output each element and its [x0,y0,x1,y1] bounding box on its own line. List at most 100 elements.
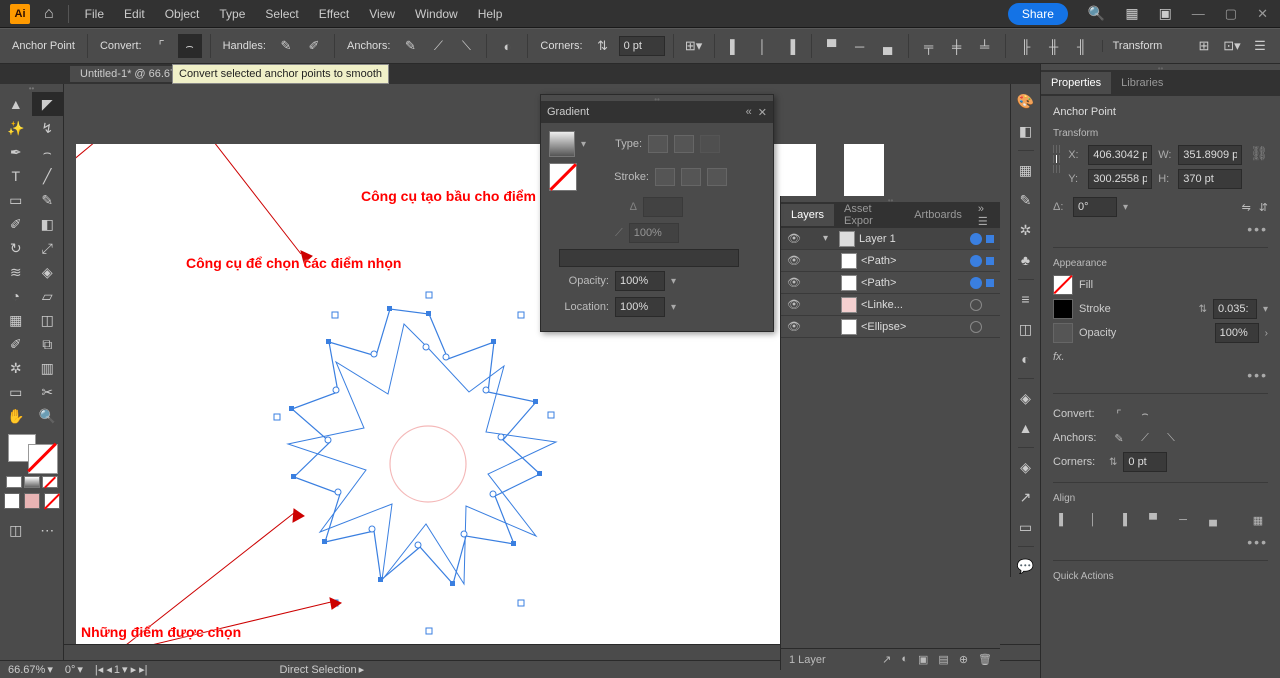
color-swatch-pink[interactable] [24,493,40,509]
corners-value-input[interactable] [1123,452,1167,472]
maximize-icon[interactable]: ▢ [1217,4,1245,24]
symbol-sprayer-tool[interactable]: ✲ [0,356,32,380]
align-right-icon[interactable]: ▐ [779,34,803,58]
opacity-more-icon[interactable]: › [1265,328,1268,339]
arrange-icon[interactable]: ▦ [1117,1,1146,26]
scale-tool[interactable]: ⤢ [32,236,64,260]
rotation-value[interactable]: 0° [65,664,76,676]
layers-more-icon[interactable]: » ☰ [972,203,1000,228]
distribute-bottom-icon[interactable]: ╧ [973,34,997,58]
gradient-tool[interactable]: ◫ [32,308,64,332]
direct-selection-tool[interactable]: ◤ [32,92,64,116]
symbols-panel-icon[interactable]: ✲ [1015,219,1037,241]
layers-panel-icon[interactable]: ◈ [1015,456,1037,478]
align-hcenter-icon[interactable]: │ [751,34,775,58]
zoom-tool[interactable]: 🔍 [32,404,64,428]
align-right-button[interactable]: ▐ [1113,510,1133,530]
tab-layers[interactable]: Layers [781,204,834,226]
menu-select[interactable]: Select [255,3,308,25]
color-panel-icon[interactable]: 🎨 [1015,90,1037,112]
panel-close-icon[interactable]: ✕ [758,106,767,119]
stroke-within-button[interactable] [655,168,675,186]
align-left-button[interactable]: ▌ [1053,510,1073,530]
line-tool[interactable]: ╱ [32,164,64,188]
create-layer-icon[interactable]: ▤ [938,653,948,666]
shape-builder-tool[interactable]: ◔ [0,284,32,308]
search-icon[interactable]: 🔍 [1080,1,1113,26]
flip-horizontal-icon[interactable]: ⇋ [1242,201,1251,214]
perspective-icon[interactable]: ⊡▾ [1220,34,1244,58]
opacity-swatch[interactable] [1053,323,1073,343]
selection-tool[interactable]: ▲ [0,92,32,116]
color-guide-panel-icon[interactable]: ◧ [1015,120,1037,142]
menu-window[interactable]: Window [405,3,468,25]
reference-point-selector[interactable] [1053,145,1060,173]
visibility-icon[interactable]: 👁 [787,232,801,245]
options-icon[interactable]: ☰ [1248,34,1272,58]
connect-anchor-button[interactable]: ⟋ [426,34,450,58]
gradient-opacity-input[interactable] [615,271,665,291]
paintbrush-tool[interactable]: ✎ [32,188,64,212]
distribute-left-icon[interactable]: ╟ [1014,34,1038,58]
fill-swatch[interactable] [1053,275,1073,295]
blend-tool[interactable]: ⧉ [32,332,64,356]
distribute-vcenter-icon[interactable]: ╪ [945,34,969,58]
artboard-number[interactable]: 1 [114,664,120,676]
visibility-icon[interactable]: 👁 [787,254,801,267]
shaper-tool[interactable]: ✐ [0,212,32,236]
isolate-button[interactable]: ◐ [495,34,519,58]
gradient-preview-swatch[interactable] [549,131,575,157]
lasso-tool[interactable]: ↯ [32,116,64,140]
menu-view[interactable]: View [359,3,405,25]
convert-to-corner-button[interactable]: ⌜ [150,34,174,58]
create-sublayer-icon[interactable]: ▣ [918,653,928,666]
tab-asset-export[interactable]: Asset Expor [834,198,904,232]
artboard-prev-icon[interactable]: |◂ ◂ [95,663,112,676]
transparency-panel-icon[interactable]: ◐ [1015,348,1037,370]
fx-label[interactable]: fx. [1053,351,1065,363]
stroke-panel-icon[interactable]: ≡ [1015,288,1037,310]
gradient-radial-button[interactable] [674,135,694,153]
share-button[interactable]: Share [1008,3,1068,25]
handles-show-button[interactable]: ✎ [274,34,298,58]
color-swatch-white[interactable] [4,493,20,509]
locate-object-icon[interactable]: ↗ [882,653,891,666]
edit-toolbar-button[interactable]: ⋯ [32,518,64,542]
menu-file[interactable]: File [75,3,114,25]
visibility-icon[interactable]: 👁 [787,320,801,333]
perspective-tool[interactable]: ▱ [32,284,64,308]
stroke-along-button[interactable] [681,168,701,186]
rectangle-tool[interactable]: ▭ [0,188,32,212]
home-icon[interactable]: ⌂ [36,5,62,23]
color-swatch-none[interactable] [44,493,60,509]
gradient-dropdown-icon[interactable]: ▾ [581,139,586,150]
tab-artboards[interactable]: Artboards [904,204,972,226]
gradient-freeform-button[interactable] [700,135,720,153]
align-vcenter-icon[interactable]: ─ [848,34,872,58]
graphic-styles-panel-icon[interactable]: ▲ [1015,417,1037,439]
convert-corner-icon[interactable]: ⌜ [1109,404,1129,424]
align-bottom-icon[interactable]: ▄ [876,34,900,58]
corners-input[interactable] [619,36,665,56]
align-to-button[interactable]: ▦ [1248,510,1268,530]
gradient-panel-icon[interactable]: ◫ [1015,318,1037,340]
menu-help[interactable]: Help [468,3,513,25]
remove-anchor-button[interactable]: ✎ [398,34,422,58]
corners-stepper[interactable]: ⇅ [1109,457,1117,468]
distribute-top-icon[interactable]: ╤ [917,34,941,58]
h-input[interactable] [1178,169,1242,189]
width-tool[interactable]: ≋ [0,260,32,284]
distribute-hcenter-icon[interactable]: ╫ [1042,34,1066,58]
asset-export-panel-icon[interactable]: ↗ [1015,486,1037,508]
stroke-across-button[interactable] [707,168,727,186]
tab-libraries[interactable]: Libraries [1111,72,1173,94]
gradient-location-input[interactable] [615,297,665,317]
w-input[interactable] [1178,145,1242,165]
eraser-tool[interactable]: ◧ [32,212,64,236]
free-transform-tool[interactable]: ◈ [32,260,64,284]
menu-effect[interactable]: Effect [309,3,359,25]
zoom-level[interactable]: 66.67% [8,664,45,676]
essentials-icon[interactable]: ⊞ [1192,34,1216,58]
angle-input[interactable] [1073,197,1117,217]
workspace-icon[interactable]: ▣ [1151,1,1180,26]
